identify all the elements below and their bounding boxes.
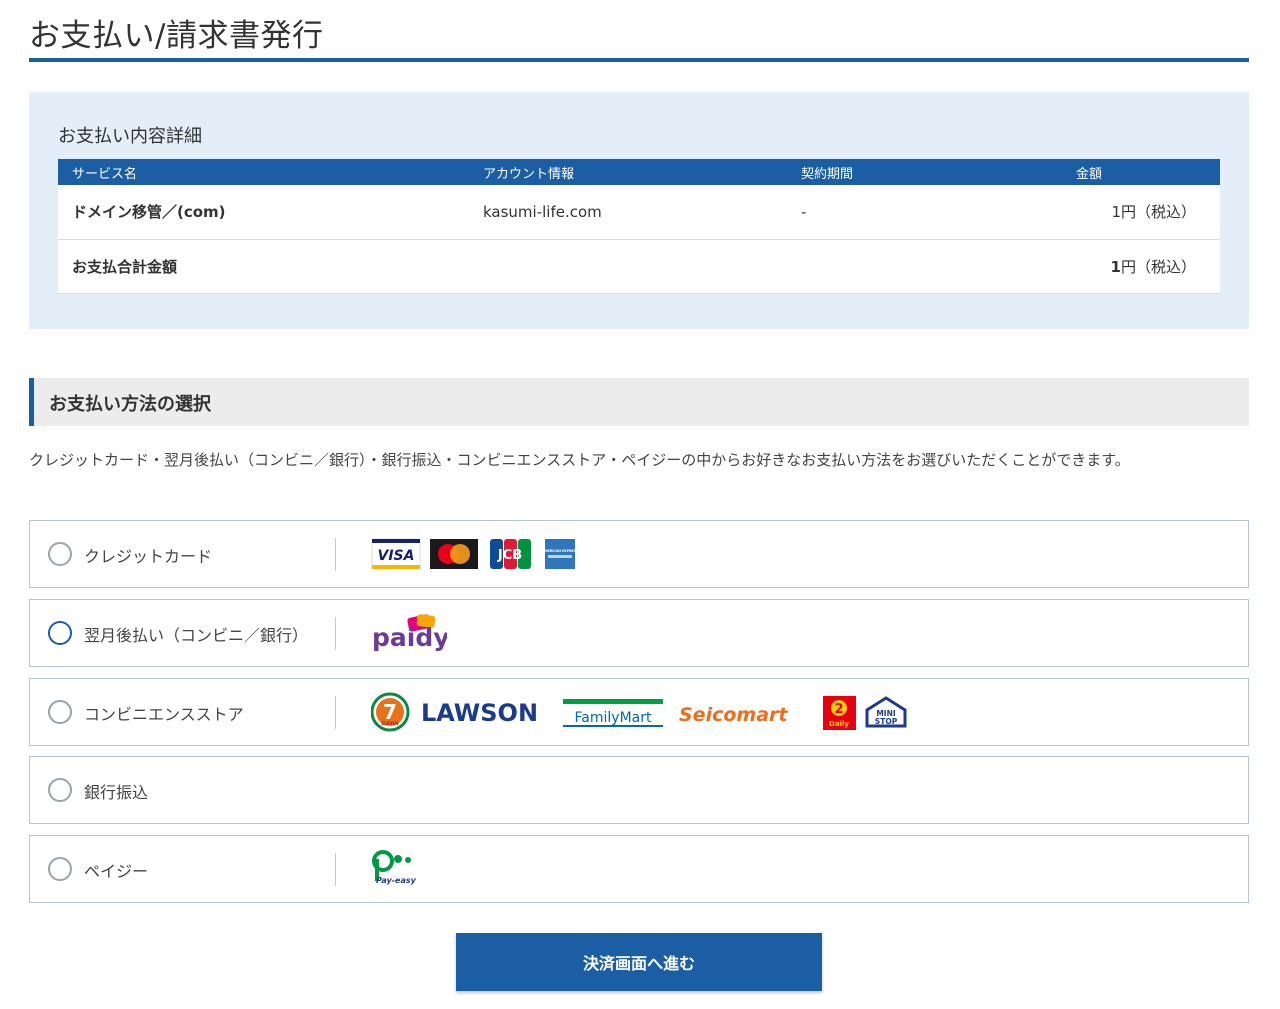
title-underline bbox=[29, 58, 1249, 62]
payment-detail-heading: お支払い内容詳細 bbox=[58, 126, 202, 147]
table-header-row: サービス名 アカウント情報 契約期間 金額 bbox=[58, 159, 1220, 185]
visa-icon: VISA bbox=[371, 538, 421, 570]
column-header-amount: 金額 bbox=[1062, 159, 1220, 185]
payment-method-intro: クレジットカード・翌月後払い（コンビニ／銀行）・銀行振込・コンビニエンスストア・… bbox=[29, 451, 1130, 469]
payment-option-credit-card[interactable]: クレジットカード VISA JCB AMERICAN EXPRESS bbox=[29, 520, 1249, 588]
convenience-store-radio[interactable] bbox=[48, 700, 72, 724]
column-header-service: サービス名 bbox=[58, 159, 469, 185]
lawson-icon: LAWSON bbox=[421, 699, 538, 727]
familymart-icon: FamilyMart bbox=[563, 699, 663, 727]
svg-text:Seicomart: Seicomart bbox=[679, 704, 788, 726]
total-amount-value: 1 bbox=[1110, 257, 1121, 276]
bank-transfer-label: 銀行振込 bbox=[84, 783, 149, 802]
svg-text:STOP: STOP bbox=[875, 717, 898, 726]
column-header-period: 契約期間 bbox=[787, 159, 1062, 185]
amount: 1円（税込） bbox=[1062, 185, 1220, 240]
svg-text:JCB: JCB bbox=[497, 548, 522, 563]
seicomart-icon: Seicomart bbox=[679, 704, 788, 726]
credit-card-label: クレジットカード bbox=[84, 547, 213, 566]
column-header-account: アカウント情報 bbox=[469, 159, 787, 185]
payment-method-section-heading: お支払い方法の選択 bbox=[29, 378, 1249, 426]
payeasy-icon: Pay-easy bbox=[372, 850, 417, 885]
table-row: ドメイン移管／(com) kasumi-life.com - 1円（税込） bbox=[58, 185, 1220, 240]
svg-text:Daily: Daily bbox=[829, 720, 849, 728]
total-label: お支払合計金額 bbox=[58, 239, 469, 294]
paidy-radio[interactable] bbox=[48, 621, 72, 645]
paidy-logo: paidy bbox=[371, 600, 447, 666]
payment-detail-table: サービス名 アカウント情報 契約期間 金額 ドメイン移管／(com) kasum… bbox=[58, 159, 1220, 294]
daily-yamazaki-icon: 2 Daily bbox=[823, 696, 856, 730]
option-divider bbox=[335, 696, 336, 729]
convenience-store-label: コンビニエンスストア bbox=[84, 705, 244, 724]
svg-text:LAWSON: LAWSON bbox=[421, 699, 538, 727]
svg-text:paidy: paidy bbox=[372, 623, 447, 652]
ministop-icon: MINI STOP bbox=[865, 696, 907, 728]
payment-option-convenience-store[interactable]: コンビニエンスストア 7 ELEVEN LAWSON FamilyMart Se… bbox=[29, 678, 1249, 746]
card-brand-icons: VISA JCB AMERICAN EXPRESS bbox=[371, 538, 579, 570]
svg-text:VISA: VISA bbox=[378, 548, 415, 564]
convenience-store-logos: 7 ELEVEN LAWSON FamilyMart Seicomart 2 D… bbox=[371, 679, 916, 745]
payment-option-bank-transfer[interactable]: 銀行振込 bbox=[29, 756, 1249, 824]
option-divider bbox=[335, 617, 336, 650]
account-info: kasumi-life.com bbox=[469, 185, 787, 240]
svg-text:ELEVEN: ELEVEN bbox=[381, 721, 398, 726]
paidy-icon: paidy bbox=[372, 614, 447, 652]
svg-text:Pay-easy: Pay-easy bbox=[376, 876, 417, 885]
total-amount-unit: 円（税込） bbox=[1120, 257, 1196, 276]
option-divider bbox=[335, 853, 336, 886]
contract-period: - bbox=[787, 185, 1062, 240]
option-divider bbox=[335, 538, 336, 571]
payment-option-paidy[interactable]: 翌月後払い（コンビニ／銀行） paidy bbox=[29, 599, 1249, 667]
proceed-to-payment-button[interactable]: 決済画面へ進む bbox=[456, 933, 822, 991]
credit-card-radio[interactable] bbox=[48, 542, 72, 566]
svg-text:2: 2 bbox=[834, 702, 843, 717]
payment-option-payeasy[interactable]: ペイジー Pay-easy bbox=[29, 835, 1249, 903]
payeasy-label: ペイジー bbox=[84, 862, 149, 881]
payeasy-logo: Pay-easy bbox=[371, 836, 421, 902]
jcb-icon: JCB bbox=[490, 539, 531, 569]
payeasy-radio[interactable] bbox=[48, 857, 72, 881]
amex-icon: AMERICAN EXPRESS bbox=[542, 539, 579, 569]
page-title: お支払い/請求書発行 bbox=[29, 18, 324, 54]
seven-eleven-icon: 7 ELEVEN bbox=[371, 692, 410, 732]
credit-card-logos: VISA JCB AMERICAN EXPRESS bbox=[371, 521, 581, 587]
total-row: お支払合計金額 1円（税込） bbox=[58, 239, 1220, 294]
svg-text:AMERICAN EXPRESS: AMERICAN EXPRESS bbox=[542, 549, 579, 553]
mastercard-icon bbox=[430, 539, 478, 569]
payment-method-heading: お支払い方法の選択 bbox=[49, 394, 211, 415]
paidy-label: 翌月後払い（コンビニ／銀行） bbox=[84, 626, 309, 645]
payment-detail-panel: お支払い内容詳細 サービス名 アカウント情報 契約期間 金額 ドメイン移管／(c… bbox=[29, 92, 1249, 329]
convenience-store-icons: 7 ELEVEN LAWSON FamilyMart Seicomart 2 D… bbox=[371, 692, 907, 732]
service-name: ドメイン移管／(com) bbox=[58, 185, 469, 240]
svg-text:FamilyMart: FamilyMart bbox=[575, 710, 652, 726]
bank-transfer-radio[interactable] bbox=[48, 778, 72, 802]
total-amount: 1円（税込） bbox=[1062, 239, 1220, 294]
